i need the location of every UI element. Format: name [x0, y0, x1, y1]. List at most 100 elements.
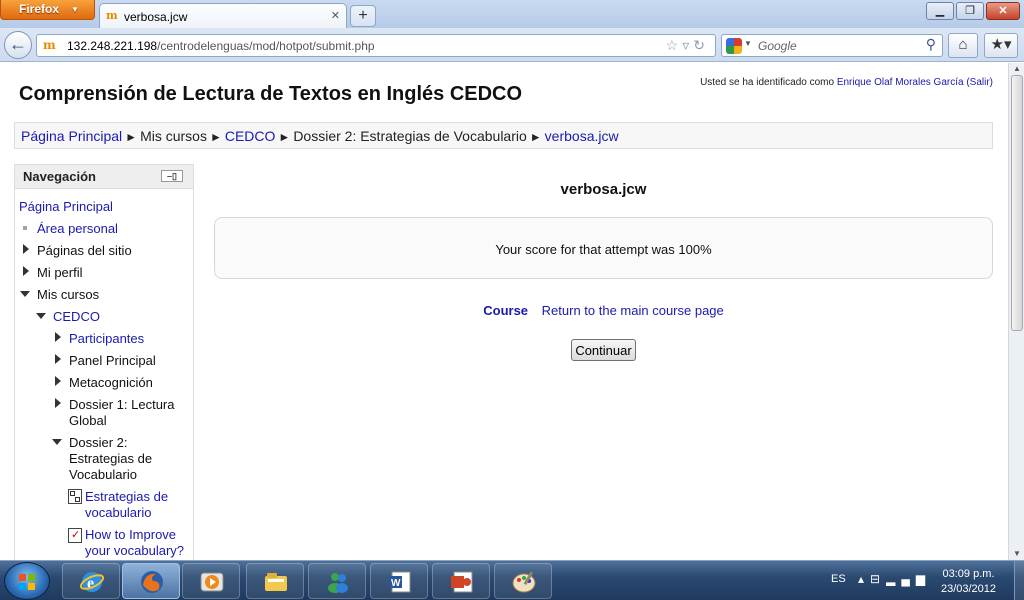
- history-dropdown-icon[interactable]: ▿: [682, 37, 693, 53]
- tray-arrow-icon[interactable]: ▴: [858, 572, 870, 586]
- taskbar-paint[interactable]: [494, 563, 552, 599]
- expand-arrow-icon[interactable]: [55, 354, 61, 364]
- word-icon: W: [389, 571, 411, 593]
- nav-cedco[interactable]: CEDCO: [53, 309, 100, 325]
- nav-metacognition[interactable]: Metacognición: [69, 375, 153, 391]
- nav-resource-strategies-line2[interactable]: vocabulario: [85, 505, 152, 521]
- bookmarks-button[interactable]: ★▾: [984, 33, 1018, 58]
- firefox-menu-label: Firefox: [19, 2, 60, 16]
- breadcrumb-dossier2: Dossier 2: Estrategias de Vocabulario: [293, 128, 527, 144]
- search-placeholder: Google: [758, 39, 797, 53]
- page-title: verbosa.jcw: [560, 181, 647, 198]
- back-button[interactable]: ←: [4, 31, 32, 59]
- navigation-header: Navegación –▯: [15, 165, 193, 189]
- bullet-icon: [23, 226, 27, 230]
- signal-icon[interactable]: ▂▄▆: [886, 572, 931, 586]
- course-links: Course Return to the main course page: [214, 303, 993, 318]
- network-icon[interactable]: ⊟: [870, 572, 886, 586]
- moodle-favicon-icon: m: [106, 9, 118, 22]
- clock[interactable]: 03:09 p.m. 23/03/2012: [926, 567, 1011, 597]
- nav-personal-area[interactable]: Área personal: [37, 221, 118, 237]
- nav-home[interactable]: Página Principal: [19, 199, 113, 215]
- scroll-up-icon[interactable]: ▲: [1013, 64, 1021, 73]
- user-name-link[interactable]: Enrique Olaf Morales García: [837, 77, 964, 88]
- page-content: Usted se ha identificado como Enrique Ol…: [0, 63, 1008, 560]
- vertical-scrollbar[interactable]: ▲ ▼: [1008, 63, 1024, 560]
- firefox-icon: [141, 571, 163, 593]
- tab-title: verbosa.jcw: [124, 10, 188, 24]
- collapse-arrow-icon[interactable]: [20, 291, 30, 297]
- return-course-link[interactable]: Return to the main course page: [542, 303, 724, 318]
- nav-site-pages[interactable]: Páginas del sitio: [37, 243, 132, 259]
- browser-tab-active[interactable]: m verbosa.jcw ✕: [99, 3, 347, 29]
- maximize-button[interactable]: ❐: [956, 2, 984, 20]
- close-window-button[interactable]: ✕: [986, 2, 1020, 20]
- collapse-arrow-icon[interactable]: [36, 313, 46, 319]
- scroll-down-icon[interactable]: ▼: [1013, 549, 1021, 558]
- google-engine-icon[interactable]: [726, 38, 742, 54]
- browser-titlebar: Firefox ▼ m verbosa.jcw ✕ + ▁ ❐ ✕: [0, 0, 1024, 29]
- breadcrumb-separator: ►: [278, 130, 291, 144]
- nav-main-panel[interactable]: Panel Principal: [69, 353, 156, 369]
- taskbar-explorer[interactable]: [246, 563, 304, 599]
- expand-arrow-icon[interactable]: [23, 266, 29, 276]
- collapse-arrow-icon[interactable]: [52, 439, 62, 445]
- search-bar[interactable]: ▼ Google ⚲: [721, 34, 943, 57]
- nav-resource-improve-line2[interactable]: your vocabulary?: [85, 543, 184, 559]
- continue-button[interactable]: Continuar: [571, 339, 636, 361]
- logout-link[interactable]: (Salir): [966, 77, 993, 88]
- nav-my-profile[interactable]: Mi perfil: [37, 265, 83, 281]
- taskbar-powerpoint[interactable]: [432, 563, 490, 599]
- nav-dossier1-line1[interactable]: Dossier 1: Lectura: [69, 397, 175, 413]
- nav-participants[interactable]: Participantes: [69, 331, 144, 347]
- taskbar-messenger[interactable]: [308, 563, 366, 599]
- nav-my-courses[interactable]: Mis cursos: [37, 287, 99, 303]
- search-icon[interactable]: ⚲: [926, 36, 936, 53]
- nav-resource-strategies-line1[interactable]: Estrategias de: [85, 489, 168, 505]
- home-button[interactable]: ⌂: [948, 33, 978, 58]
- media-player-icon: [200, 572, 224, 592]
- expand-arrow-icon[interactable]: [55, 332, 61, 342]
- language-indicator[interactable]: ES: [831, 573, 846, 585]
- navigation-title: Navegación: [23, 169, 96, 184]
- site-identity-icon[interactable]: m: [43, 38, 56, 52]
- expand-arrow-icon[interactable]: [55, 376, 61, 386]
- expand-arrow-icon[interactable]: [55, 398, 61, 408]
- engine-dropdown-icon[interactable]: ▼: [744, 39, 752, 48]
- breadcrumb-cedco[interactable]: CEDCO: [225, 128, 276, 144]
- expand-arrow-icon[interactable]: [23, 244, 29, 254]
- url-host: 132.248.221.198: [67, 39, 158, 53]
- block-collapse-icon[interactable]: –▯: [161, 170, 183, 182]
- reload-icon[interactable]: ↻: [693, 37, 709, 53]
- scrollbar-thumb[interactable]: [1011, 75, 1023, 331]
- paint-icon: [512, 571, 536, 593]
- breadcrumb-my-courses: Mis cursos: [140, 128, 207, 144]
- taskbar-firefox[interactable]: [122, 563, 180, 599]
- taskbar-media-player[interactable]: [182, 563, 240, 599]
- breadcrumb-current[interactable]: verbosa.jcw: [545, 128, 619, 144]
- url-path: /centrodelenguas/mod/hotpot/submit.php: [157, 39, 375, 53]
- bookmark-star-icon[interactable]: ☆: [666, 37, 683, 53]
- taskbar-word[interactable]: W: [370, 563, 428, 599]
- breadcrumb-home[interactable]: Página Principal: [21, 128, 122, 144]
- nav-dossier1-line2[interactable]: Global: [69, 413, 107, 429]
- firefox-menu-button[interactable]: Firefox ▼: [0, 0, 95, 20]
- site-title: Comprensión de Lectura de Textos en Ingl…: [19, 83, 523, 105]
- show-desktop-button[interactable]: [1014, 561, 1024, 600]
- tab-close-icon[interactable]: ✕: [331, 9, 340, 22]
- breadcrumb: Página Principal ► Mis cursos ► CEDCO ► Dossie…: [14, 122, 993, 149]
- nav-dossier2-line3[interactable]: Vocabulario: [69, 467, 137, 483]
- nav-dossier2-line2[interactable]: Estrategias de: [69, 451, 152, 467]
- taskbar-internet-explorer[interactable]: e: [62, 563, 120, 599]
- start-button[interactable]: [4, 562, 50, 600]
- minimize-button[interactable]: ▁: [926, 2, 954, 20]
- nav-resource-improve-line1[interactable]: How to Improve: [85, 527, 176, 543]
- windows-taskbar: e W ES ▴⊟▂▄▆ 03:09 p.m. 23/03/2012: [0, 560, 1024, 600]
- breadcrumb-separator: ►: [125, 130, 138, 144]
- new-tab-button[interactable]: +: [350, 5, 376, 27]
- nav-dossier2-line1[interactable]: Dossier 2:: [69, 435, 128, 451]
- system-tray: ▴⊟▂▄▆: [858, 572, 931, 586]
- score-text: Your score for that attempt was 100%: [495, 242, 712, 257]
- dropdown-arrow-icon: ▼: [71, 5, 79, 14]
- address-bar[interactable]: m 132.248.221.198/centrodelenguas/mod/ho…: [36, 34, 716, 57]
